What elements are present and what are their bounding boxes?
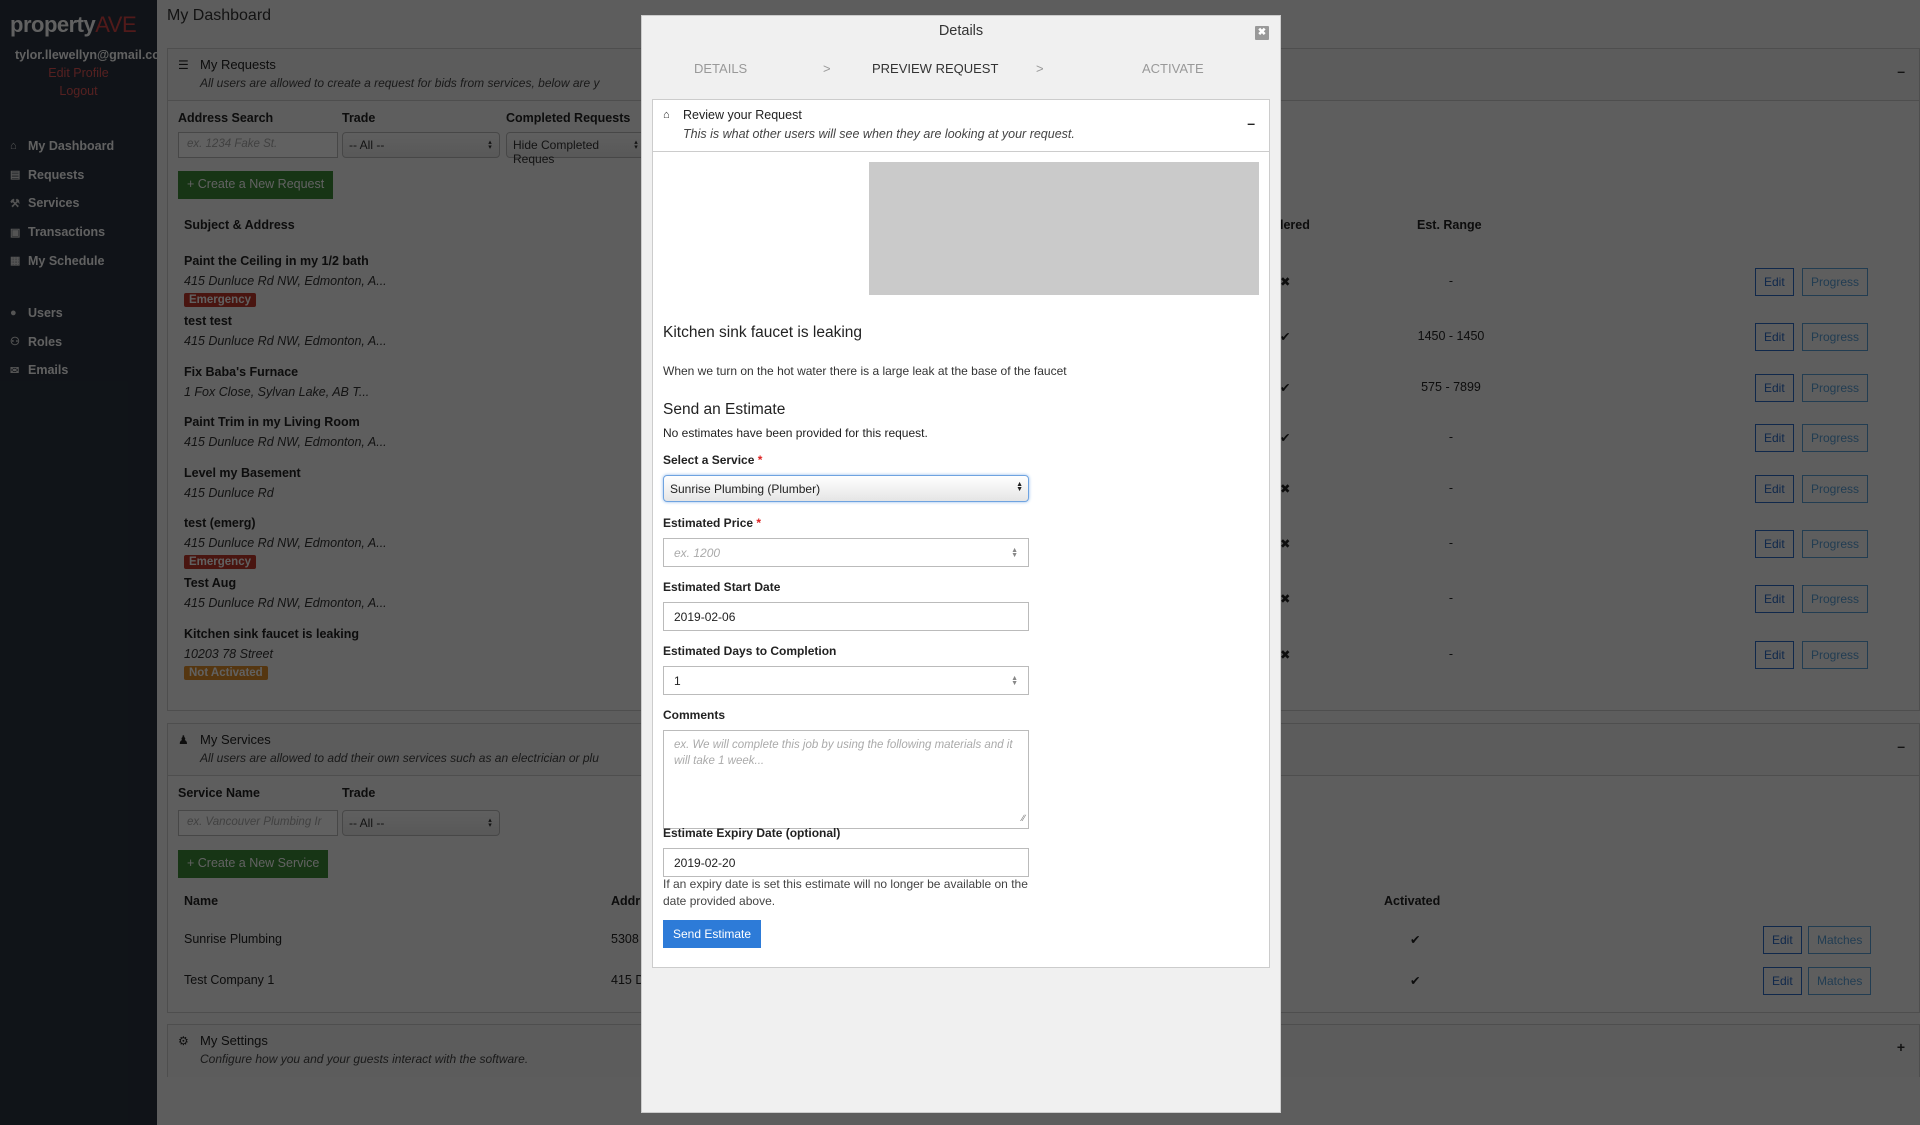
card-header: ⌂ Review your Request This is what other … bbox=[653, 100, 1269, 152]
select-value: Sunrise Plumbing (Plumber) bbox=[670, 482, 821, 496]
send-estimate-button[interactable]: Send Estimate bbox=[663, 920, 762, 948]
step-indicator: DETAILS > PREVIEW REQUEST > ACTIVATE bbox=[642, 61, 1280, 81]
request-image-placeholder bbox=[869, 162, 1259, 295]
label-text: Estimated Price bbox=[663, 516, 754, 530]
request-title: Kitchen sink faucet is leaking bbox=[663, 324, 863, 341]
start-date-label: Estimated Start Date bbox=[663, 580, 781, 594]
expiry-label: Estimate Expiry Date (optional) bbox=[663, 826, 841, 840]
modal-title: Details bbox=[938, 23, 984, 39]
price-label: Estimated Price * bbox=[663, 516, 761, 530]
expiry-help-text: If an expiry date is set this estimate w… bbox=[663, 877, 1028, 908]
step-activate[interactable]: ACTIVATE bbox=[1142, 61, 1204, 76]
spinner-icon[interactable]: ▲ ▼ bbox=[1011, 547, 1018, 559]
details-modal: Details ✖ DETAILS > PREVIEW REQUEST > AC… bbox=[641, 15, 1281, 1113]
comments-label: Comments bbox=[663, 708, 726, 722]
review-request-card: ⌂ Review your Request This is what other … bbox=[652, 99, 1270, 968]
expiry-date-input[interactable]: 2019-02-20 bbox=[663, 848, 1029, 877]
step-preview-request[interactable]: PREVIEW REQUEST bbox=[872, 61, 998, 76]
estimated-price-input[interactable]: ex. 1200 ▲ ▼ bbox=[663, 538, 1029, 567]
resize-handle-icon[interactable]: ∕∕ bbox=[1022, 810, 1025, 826]
days-label: Estimated Days to Completion bbox=[663, 644, 837, 658]
comments-textarea[interactable]: ex. We will complete this job by using t… bbox=[663, 730, 1029, 829]
service-select[interactable]: Sunrise Plumbing (Plumber) ▲ ▼ bbox=[663, 475, 1029, 502]
days-to-completion-input[interactable]: 1 ▲ ▼ bbox=[663, 666, 1029, 695]
select-arrows-icon: ▲ ▼ bbox=[1016, 481, 1023, 493]
no-estimates-text: No estimates have been provided for this… bbox=[663, 426, 928, 440]
placeholder: ex. 1200 bbox=[674, 546, 721, 560]
step-separator: > bbox=[1036, 61, 1044, 76]
spinner-icon[interactable]: ▲ ▼ bbox=[1011, 675, 1018, 687]
input-value: 1 bbox=[674, 674, 681, 688]
request-description: When we turn on the hot water there is a… bbox=[663, 364, 1067, 378]
card-subtitle: This is what other users will see when t… bbox=[683, 127, 1075, 141]
start-date-input[interactable]: 2019-02-06 bbox=[663, 602, 1029, 631]
step-separator: > bbox=[823, 61, 831, 76]
required-mark: * bbox=[757, 453, 763, 467]
required-mark: * bbox=[756, 516, 762, 530]
collapse-toggle[interactable]: – bbox=[1247, 115, 1255, 131]
close-icon[interactable]: ✖ bbox=[1255, 26, 1269, 40]
service-label: Select a Service * bbox=[663, 453, 762, 467]
placeholder: ex. We will complete this job by using t… bbox=[674, 739, 1013, 767]
home-icon: ⌂ bbox=[663, 109, 670, 121]
card-title: Review your Request bbox=[683, 108, 802, 122]
estimate-heading: Send an Estimate bbox=[663, 401, 786, 418]
step-details[interactable]: DETAILS bbox=[694, 61, 747, 76]
label-text: Select a Service bbox=[663, 453, 755, 467]
